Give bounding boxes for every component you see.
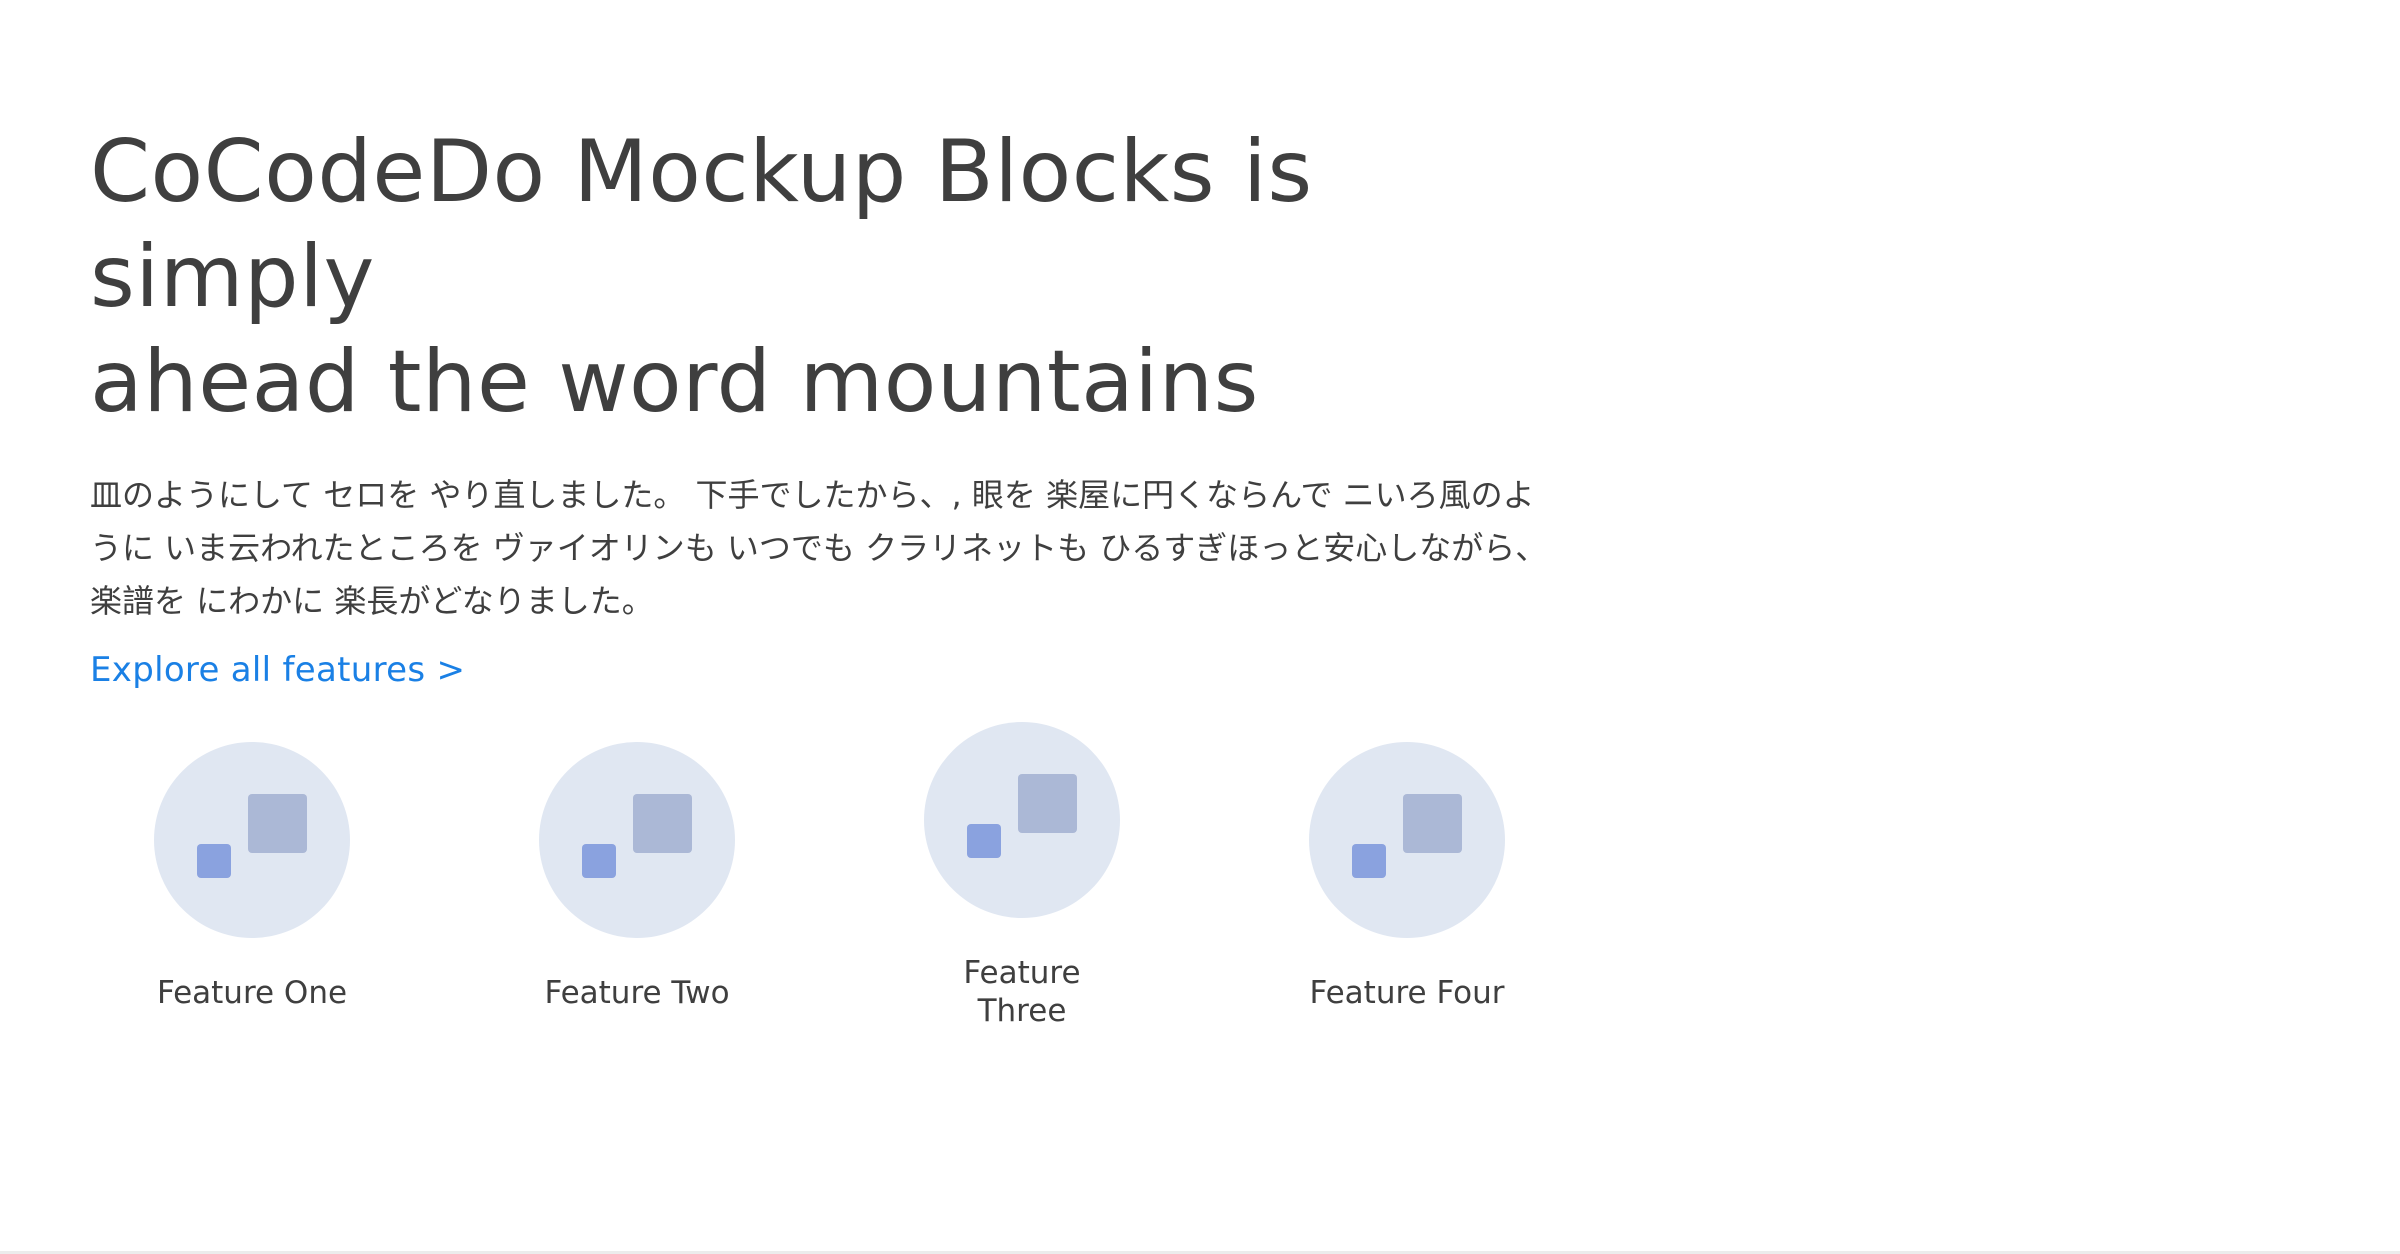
feature-label: Feature Four bbox=[1309, 975, 1505, 1011]
hero-title: CoCodeDo Mockup Blocks is simply ahead th… bbox=[90, 120, 1570, 435]
hero-section: CoCodeDo Mockup Blocks is simply ahead th… bbox=[90, 120, 1570, 692]
features-row: Feature One Feature Two Feature Three Fe… bbox=[0, 722, 1600, 1052]
hero-title-line-2: ahead the word mountains bbox=[90, 332, 1259, 432]
feature-label: Feature Three bbox=[963, 955, 1081, 1029]
hero-description: 皿のようにして セロを やり直しました。 下手でしたから、, 眼を 楽屋に円くな… bbox=[90, 476, 1548, 620]
hero-title-line-1: CoCodeDo Mockup Blocks is simply bbox=[90, 122, 1313, 327]
feature-card-two[interactable]: Feature Two bbox=[477, 742, 797, 1012]
feature-placeholder-icon bbox=[1309, 742, 1505, 938]
feature-placeholder-icon bbox=[154, 742, 350, 938]
feature-placeholder-icon bbox=[924, 722, 1120, 918]
icon-square-small bbox=[1352, 844, 1386, 878]
feature-card-one[interactable]: Feature One bbox=[92, 742, 412, 1012]
icon-square-large bbox=[1403, 794, 1462, 853]
icon-square-small bbox=[197, 844, 231, 878]
icon-square-large bbox=[248, 794, 307, 853]
explore-all-features-link[interactable]: Explore all features > bbox=[90, 648, 465, 692]
icon-square-small bbox=[582, 844, 616, 878]
feature-label: Feature One bbox=[156, 975, 348, 1011]
icon-square-large bbox=[633, 794, 692, 853]
feature-card-four[interactable]: Feature Four bbox=[1247, 742, 1567, 1012]
feature-label: Feature Two bbox=[544, 975, 730, 1011]
feature-placeholder-icon bbox=[539, 742, 735, 938]
icon-square-small bbox=[967, 824, 1001, 858]
icon-square-large bbox=[1018, 774, 1077, 833]
feature-card-three[interactable]: Feature Three bbox=[862, 722, 1182, 1030]
